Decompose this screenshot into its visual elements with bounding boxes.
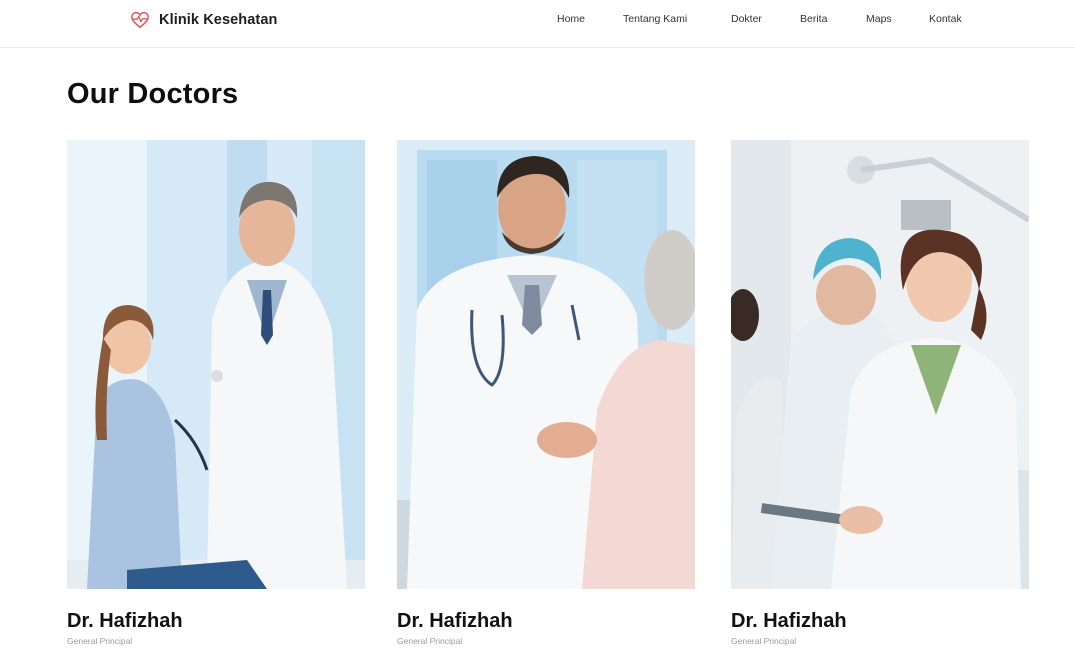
doctor-role: General Principal [731, 636, 797, 646]
nav-menu: Home Tentang Kami Dokter Berita Maps Kon… [0, 13, 1075, 27]
page-title: Our Doctors [67, 78, 239, 110]
doctor-role: General Principal [67, 636, 133, 646]
doctor-card[interactable]: Dr. Hafizhah General Principal [67, 140, 365, 650]
doctor-card[interactable]: Dr. Hafizhah General Principal [731, 140, 1029, 650]
doctor-card[interactable]: Dr. Hafizhah General Principal [397, 140, 695, 650]
nav-link-berita[interactable]: Berita [800, 13, 827, 25]
navbar: Klinik Kesehatan Home Tentang Kami Dokte… [0, 0, 1075, 48]
nav-link-dokter[interactable]: Dokter [731, 13, 762, 25]
doctor-name: Dr. Hafizhah [67, 610, 183, 632]
doctor-photo [397, 140, 695, 589]
nav-link-kontak[interactable]: Kontak [929, 13, 962, 25]
doctor-name: Dr. Hafizhah [397, 610, 513, 632]
nav-link-home[interactable]: Home [557, 13, 585, 25]
doctor-photo [67, 140, 365, 589]
nav-link-maps[interactable]: Maps [866, 13, 892, 25]
doctor-role: General Principal [397, 636, 463, 646]
nav-link-tentang-kami[interactable]: Tentang Kami [623, 13, 687, 25]
doctor-photo [731, 140, 1029, 589]
doctor-name: Dr. Hafizhah [731, 610, 847, 632]
